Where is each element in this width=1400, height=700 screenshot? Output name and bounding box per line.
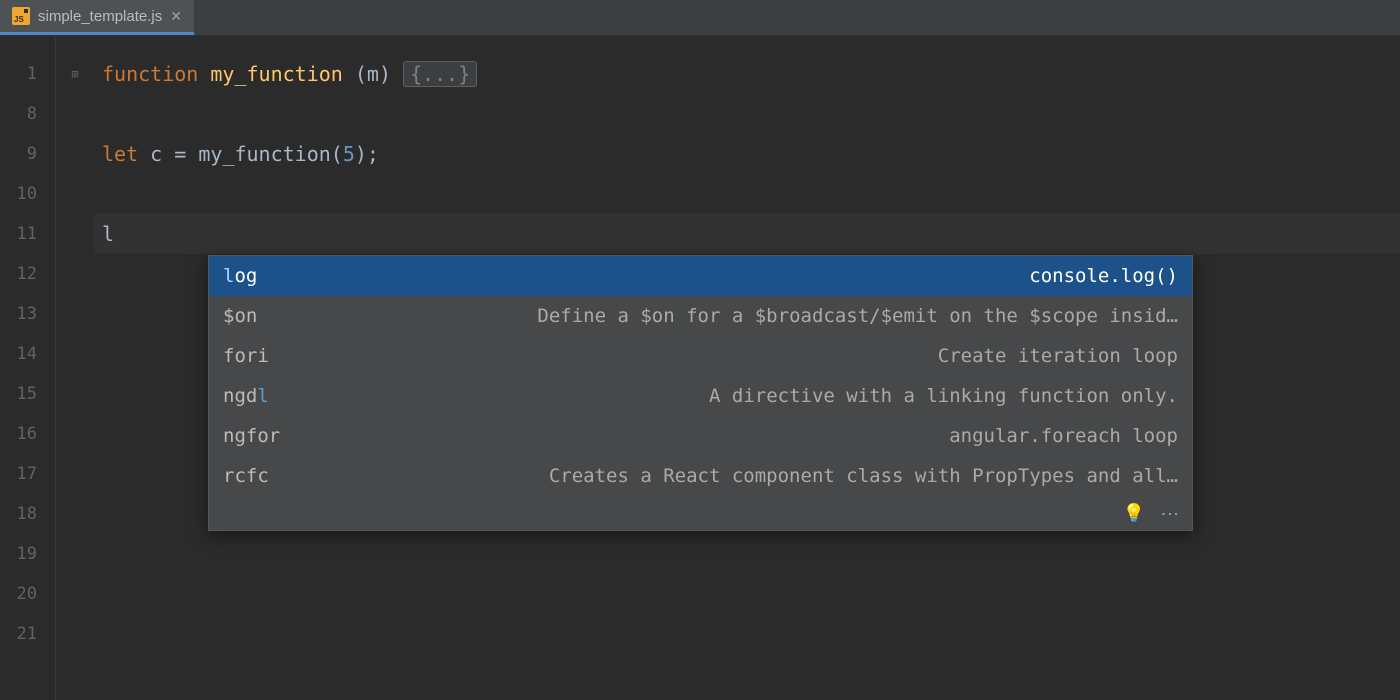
line-number[interactable]: 13 [0, 294, 55, 334]
fold-gutter: ⊞ [56, 36, 94, 700]
line-number[interactable]: 15 [0, 374, 55, 414]
autocomplete-item[interactable]: $on Define a $on for a $broadcast/$emit … [209, 296, 1192, 336]
code-line[interactable] [94, 534, 1400, 574]
line-number[interactable]: 17 [0, 454, 55, 494]
code-line[interactable] [94, 94, 1400, 134]
autocomplete-item[interactable]: ngdl A directive with a linking function… [209, 376, 1192, 416]
autocomplete-item[interactable]: fori Create iteration loop [209, 336, 1192, 376]
line-number[interactable]: 20 [0, 574, 55, 614]
line-number[interactable]: 8 [0, 94, 55, 134]
autocomplete-popup: log console.log() $on Define a $on for a… [208, 255, 1193, 531]
line-number[interactable]: 12 [0, 254, 55, 294]
code-area[interactable]: function my_function (m) {...} let c = m… [94, 36, 1400, 700]
code-line-current[interactable]: l [94, 214, 1400, 254]
close-icon[interactable]: ✕ [170, 8, 182, 25]
tab-bar: JS simple_template.js ✕ [0, 0, 1400, 36]
code-line[interactable] [94, 614, 1400, 654]
js-file-icon: JS [12, 7, 30, 25]
autocomplete-item[interactable]: ngfor angular.foreach loop [209, 416, 1192, 456]
tab-filename: simple_template.js [38, 8, 162, 25]
line-number[interactable]: 1 [0, 54, 55, 94]
line-number[interactable]: 11 [0, 214, 55, 254]
line-number[interactable]: 19 [0, 534, 55, 574]
autocomplete-footer: 💡 ⋮ [209, 496, 1192, 530]
code-line[interactable] [94, 574, 1400, 614]
file-tab[interactable]: JS simple_template.js ✕ [0, 0, 194, 35]
line-number[interactable]: 14 [0, 334, 55, 374]
folded-region[interactable]: {...} [403, 61, 477, 87]
autocomplete-item[interactable]: log console.log() [209, 256, 1192, 296]
line-number[interactable]: 9 [0, 134, 55, 174]
line-number[interactable]: 10 [0, 174, 55, 214]
code-line[interactable] [94, 174, 1400, 214]
line-number[interactable]: 18 [0, 494, 55, 534]
autocomplete-item[interactable]: rcfc Creates a React component class wit… [209, 456, 1192, 496]
fold-expand-icon[interactable]: ⊞ [56, 54, 94, 94]
code-line[interactable]: let c = my_function(5); [94, 134, 1400, 174]
code-line[interactable]: function my_function (m) {...} [94, 54, 1400, 94]
more-options-icon[interactable]: ⋮ [1159, 505, 1180, 521]
line-number-gutter: 1 8 9 10 11 12 13 14 15 16 17 18 19 20 2… [0, 36, 56, 700]
editor: 1 8 9 10 11 12 13 14 15 16 17 18 19 20 2… [0, 36, 1400, 700]
line-number[interactable]: 21 [0, 614, 55, 654]
lightbulb-icon[interactable]: 💡 [1123, 503, 1145, 524]
line-number[interactable]: 16 [0, 414, 55, 454]
